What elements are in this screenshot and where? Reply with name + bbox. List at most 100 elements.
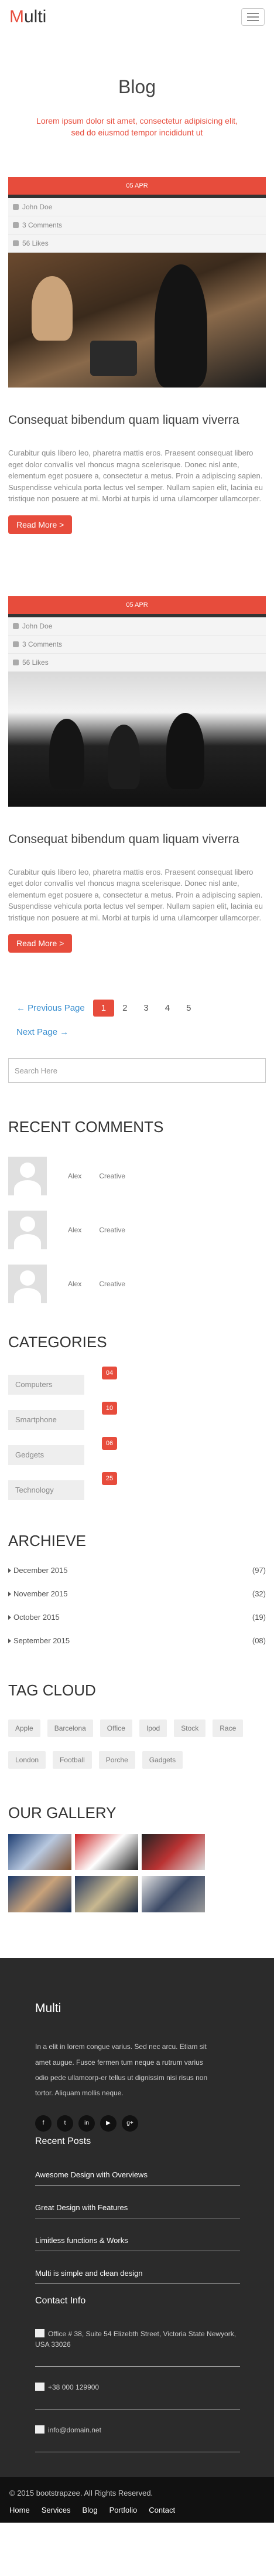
facebook-icon[interactable]: f: [35, 2115, 52, 2132]
next-page-link[interactable]: Next Page →: [8, 1024, 77, 1041]
post-author[interactable]: John Doe: [8, 198, 266, 217]
category-name: Gedgets: [8, 1445, 84, 1466]
tag[interactable]: Porche: [98, 1751, 135, 1769]
caret-right-icon: [8, 1591, 11, 1596]
user-icon: [13, 204, 19, 210]
gallery-thumbnail[interactable]: [75, 1834, 138, 1871]
tag[interactable]: Office: [100, 1719, 132, 1738]
hamburger-icon-line: [247, 20, 259, 21]
comment-item[interactable]: Alex Creative: [8, 1156, 266, 1196]
page-link-5[interactable]: 5: [178, 1000, 199, 1017]
gallery-grid: [8, 1834, 266, 1913]
post-meta: John Doe 3 Comments 56 Likes: [8, 617, 266, 672]
footer-nav-portfolio[interactable]: Portfolio: [109, 2506, 138, 2514]
phone-text: +38 000 129900: [48, 2383, 100, 2391]
recent-comments-heading: Recent Comments: [8, 1118, 164, 1136]
tag[interactable]: Stock: [174, 1719, 206, 1738]
footer-nav: Home Services Blog Portfolio Contact: [9, 2506, 265, 2514]
brand-logo-initial: M: [9, 7, 24, 26]
category-count-badge: 25: [102, 1472, 117, 1486]
post-likes-label: 56 Likes: [22, 658, 49, 667]
comment-item[interactable]: Alex Creative: [8, 1210, 266, 1250]
gallery-thumbnail[interactable]: [75, 1876, 138, 1913]
tag[interactable]: Ipod: [139, 1719, 167, 1738]
heart-icon: [13, 240, 19, 247]
gallery-thumbnail[interactable]: [142, 1876, 205, 1913]
post-likes[interactable]: 56 Likes: [8, 235, 266, 253]
blog-post: 05 APR John Doe 3 Comments 56 Likes Cons…: [8, 177, 266, 534]
archive-item[interactable]: December 2015 (97): [8, 1558, 266, 1582]
contact-email[interactable]: info@domain.net: [35, 2420, 240, 2452]
google-plus-icon[interactable]: g+: [122, 2115, 138, 2132]
caret-right-icon: [8, 1638, 11, 1643]
archive-count: (32): [252, 1589, 266, 1598]
recent-post-link[interactable]: Awesome Design with Overviews: [35, 2164, 240, 2186]
post-title[interactable]: Consequat bibendum quam liquam viverra: [8, 413, 266, 427]
archive-item[interactable]: November 2015 (32): [8, 1582, 266, 1605]
post-likes[interactable]: 56 Likes: [8, 654, 266, 672]
tag[interactable]: Apple: [8, 1719, 40, 1738]
user-icon: [13, 623, 19, 629]
post-excerpt: Curabitur quis libero leo, pharetra matt…: [8, 867, 263, 922]
youtube-icon[interactable]: ▶: [100, 2115, 117, 2132]
caret-right-icon: [8, 1568, 11, 1573]
page-link-1[interactable]: 1: [93, 1000, 115, 1017]
tag[interactable]: Football: [53, 1751, 92, 1769]
tag[interactable]: London: [8, 1751, 46, 1769]
read-more-button[interactable]: Read More >: [8, 515, 73, 534]
person-figure: [166, 712, 204, 789]
archive-item[interactable]: September 2015 (08): [8, 1629, 266, 1652]
page-link-2[interactable]: 2: [114, 1000, 135, 1017]
category-item[interactable]: Technology 25: [8, 1472, 266, 1501]
footer-nav-home[interactable]: Home: [9, 2506, 30, 2514]
post-meta: John Doe 3 Comments 56 Likes: [8, 198, 266, 253]
envelope-icon: [35, 2425, 44, 2434]
social-links: f t in ▶ g+: [35, 2115, 274, 2132]
footer-description: In a elit in lorem congue varius. Sed ne…: [35, 2043, 208, 2098]
menu-toggle-button[interactable]: [241, 8, 265, 26]
gallery-thumbnail[interactable]: [142, 1834, 205, 1871]
category-item[interactable]: Computers 04: [8, 1367, 266, 1395]
footer-nav-services[interactable]: Services: [42, 2506, 71, 2514]
copyright-bar: © 2015 bootstrapzee. All Rights Reserved…: [0, 2476, 274, 2523]
person-figure: [108, 724, 140, 789]
recent-post-link[interactable]: Great Design with Features: [35, 2197, 240, 2218]
page-title: Blog: [118, 76, 156, 97]
categories-heading: Categories: [8, 1333, 107, 1351]
previous-page-link[interactable]: ← Previous Page: [8, 1000, 93, 1017]
category-item[interactable]: Smartphone 10: [8, 1402, 266, 1430]
page-link-3[interactable]: 3: [135, 1000, 156, 1017]
home-icon: [35, 2329, 44, 2337]
post-comments[interactable]: 3 Comments: [8, 635, 266, 654]
brand-logo-text: ulti: [24, 7, 47, 26]
category-item[interactable]: Gedgets 06: [8, 1437, 266, 1466]
tag[interactable]: Gadgets: [142, 1751, 183, 1769]
archive-item[interactable]: October 2015 (19): [8, 1605, 266, 1629]
gallery-thumbnail[interactable]: [8, 1834, 71, 1871]
brand-logo[interactable]: Multi: [9, 7, 46, 27]
category-name: Smartphone: [8, 1410, 84, 1430]
post-author[interactable]: John Doe: [8, 617, 266, 635]
hamburger-icon-line: [247, 13, 259, 14]
recent-posts-list: Awesome Design with Overviews Great Desi…: [35, 2164, 274, 2284]
comment-icon: [13, 222, 19, 229]
tag[interactable]: Race: [213, 1719, 244, 1738]
post-title[interactable]: Consequat bibendum quam liquam viverra: [8, 832, 266, 847]
page-link-4[interactable]: 4: [157, 1000, 178, 1017]
recent-post-link[interactable]: Multi is simple and clean design: [35, 2263, 240, 2284]
archive-month: October 2015: [13, 1612, 60, 1622]
search-input[interactable]: Search Here: [8, 1058, 266, 1083]
post-comments[interactable]: 3 Comments: [8, 216, 266, 235]
category-count-badge: 10: [102, 1402, 117, 1415]
footer-nav-blog[interactable]: Blog: [83, 2506, 98, 2514]
recent-post-link[interactable]: Limitless functions & Works: [35, 2230, 240, 2251]
read-more-button[interactable]: Read More >: [8, 934, 73, 953]
comment-text: Creative: [99, 1280, 126, 1289]
footer-nav-contact[interactable]: Contact: [149, 2506, 175, 2514]
tag[interactable]: Barcelona: [47, 1719, 93, 1738]
post-image: [8, 671, 266, 807]
linkedin-icon[interactable]: in: [78, 2115, 95, 2132]
comment-item[interactable]: Alex Creative: [8, 1264, 266, 1304]
gallery-thumbnail[interactable]: [8, 1876, 71, 1913]
twitter-icon[interactable]: t: [57, 2115, 73, 2132]
